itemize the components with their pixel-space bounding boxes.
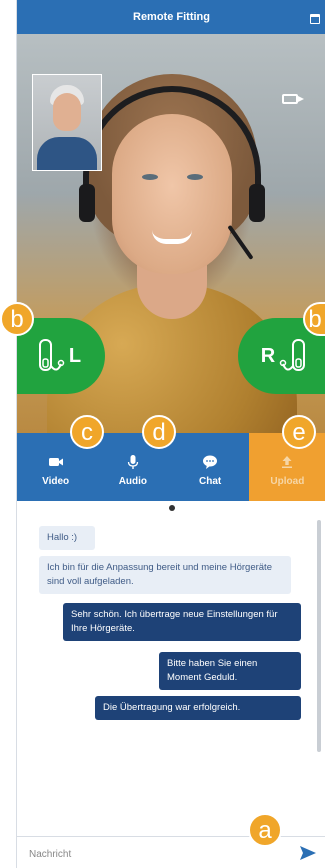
callout-marker-d: d: [142, 415, 176, 449]
video-camera-icon: [48, 458, 63, 466]
left-hearing-aid-label: L: [68, 344, 82, 367]
callout-marker-e: e: [282, 415, 316, 449]
title-bar: Remote Fitting: [17, 0, 325, 34]
send-icon[interactable]: [299, 845, 317, 861]
callout-marker-c: c: [70, 415, 104, 449]
chat-message-outgoing: Die Übertragung war erfolgreich.: [95, 696, 301, 720]
headset-mic: [227, 224, 254, 260]
video-button-label: Video: [42, 476, 70, 487]
chat-message-outgoing: Sehr schön. Ich übertrage neue Einstellu…: [63, 603, 301, 641]
hearing-aid-icon: [279, 339, 306, 371]
chat-message-text: Ich bin für die Anpassung bereit und mei…: [47, 562, 272, 587]
microphone-icon: [127, 455, 139, 469]
chat-message-text: Bitte haben Sie einen Moment Geduld.: [167, 658, 258, 683]
chat-bubble-icon: [203, 455, 218, 469]
app-title: Remote Fitting: [133, 11, 210, 23]
audio-button-label: Audio: [118, 476, 148, 487]
chat-scrollbar[interactable]: [317, 520, 321, 752]
chat-panel: Hallo :) Ich bin für die Anpassung berei…: [17, 514, 325, 832]
chat-message-text: Hallo :): [47, 532, 78, 543]
chat-message-text: Die Übertragung war erfolgreich.: [103, 702, 241, 713]
chat-message-incoming: Hallo :): [39, 526, 95, 550]
headset-earcup: [79, 184, 95, 222]
message-input[interactable]: [27, 843, 281, 865]
switch-camera-icon[interactable]: [282, 94, 304, 104]
self-view-face: [53, 93, 81, 131]
window-icon[interactable]: [310, 14, 320, 24]
chat-message-text: Sehr schön. Ich übertrage neue Einstellu…: [71, 609, 278, 634]
hearing-aid-icon: [38, 339, 65, 371]
headset-earcup: [249, 184, 265, 222]
self-view-shirt: [37, 137, 97, 170]
chat-button-label: Chat: [199, 476, 222, 487]
upload-button-label: Upload: [270, 476, 305, 487]
pager-dot[interactable]: [169, 505, 175, 511]
right-hearing-aid-label: R: [260, 344, 276, 367]
chat-message-incoming: Ich bin für die Anpassung bereit und mei…: [39, 556, 291, 594]
callout-marker-a: a: [248, 813, 282, 847]
upload-icon: [282, 456, 293, 468]
self-view-video[interactable]: [32, 74, 102, 171]
callout-marker-b: b: [0, 302, 34, 336]
chat-message-outgoing: Bitte haben Sie einen Moment Geduld.: [159, 652, 301, 690]
message-composer: [17, 836, 325, 868]
chat-button[interactable]: Chat: [172, 433, 249, 501]
